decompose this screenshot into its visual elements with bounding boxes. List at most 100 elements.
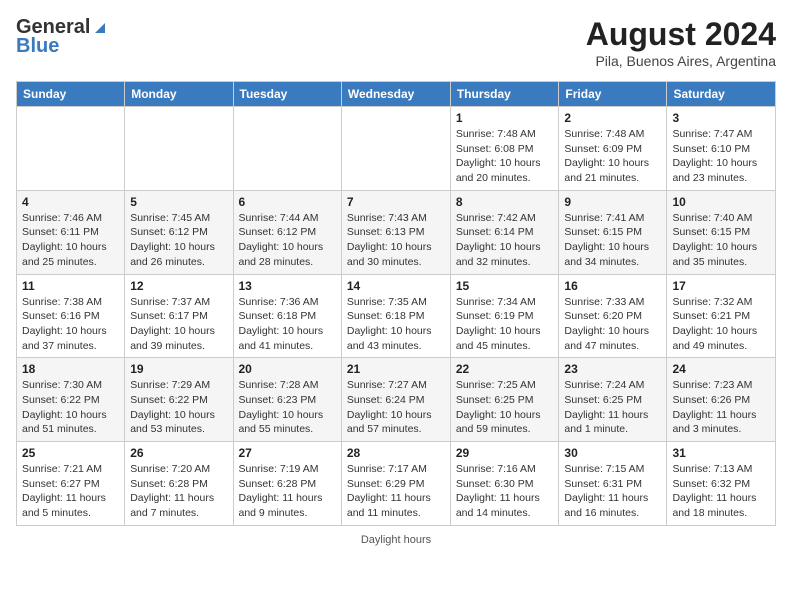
day-number: 16 bbox=[564, 279, 661, 293]
day-number: 12 bbox=[130, 279, 227, 293]
day-number: 4 bbox=[22, 195, 119, 209]
calendar-empty-cell bbox=[233, 107, 341, 191]
day-info: Sunrise: 7:37 AM Sunset: 6:17 PM Dayligh… bbox=[130, 295, 227, 354]
footer: Daylight hours bbox=[16, 534, 776, 546]
calendar-week-row-3: 11 Sunrise: 7:38 AM Sunset: 6:16 PM Dayli… bbox=[17, 274, 776, 358]
day-number: 13 bbox=[239, 279, 336, 293]
calendar-week-row-2: 4 Sunrise: 7:46 AM Sunset: 6:11 PM Daylig… bbox=[17, 190, 776, 274]
day-info: Sunrise: 7:45 AM Sunset: 6:12 PM Dayligh… bbox=[130, 211, 227, 270]
calendar-day-27: 27Sunrise: 7:19 AM Sunset: 6:28 PM Dayli… bbox=[233, 442, 341, 526]
day-number: 19 bbox=[130, 362, 227, 376]
day-number: 14 bbox=[347, 279, 445, 293]
day-info: Sunrise: 7:19 AM Sunset: 6:28 PM Dayligh… bbox=[239, 462, 336, 521]
location-subtitle: Pila, Buenos Aires, Argentina bbox=[586, 53, 776, 69]
logo-blue: Blue bbox=[16, 35, 59, 58]
calendar-day-17: 17 Sunrise: 7:32 AM Sunset: 6:21 PM Dayli… bbox=[667, 274, 776, 358]
page-header: General Blue August 2024 Pila, Buenos Ai… bbox=[16, 16, 776, 69]
day-number: 31 bbox=[672, 446, 770, 460]
calendar-empty-cell bbox=[341, 107, 450, 191]
day-info: Sunrise: 7:17 AM Sunset: 6:29 PM Dayligh… bbox=[347, 462, 445, 521]
day-number: 17 bbox=[672, 279, 770, 293]
day-info: Sunrise: 7:30 AM Sunset: 6:22 PM Dayligh… bbox=[22, 378, 119, 437]
calendar-day-29: 29 Sunrise: 7:16 AM Sunset: 6:30 PM Dayli… bbox=[450, 442, 559, 526]
calendar-day-1: 1Sunrise: 7:48 AM Sunset: 6:08 PM Daylig… bbox=[450, 107, 559, 191]
calendar-day-16: 16Sunrise: 7:33 AM Sunset: 6:20 PM Dayli… bbox=[559, 274, 667, 358]
day-info: Sunrise: 7:38 AM Sunset: 6:16 PM Dayligh… bbox=[22, 295, 119, 354]
day-number: 9 bbox=[564, 195, 661, 209]
day-number: 28 bbox=[347, 446, 445, 460]
day-info: Sunrise: 7:48 AM Sunset: 6:09 PM Dayligh… bbox=[564, 127, 661, 186]
calendar-header-monday: Monday bbox=[125, 82, 233, 107]
calendar-day-3: 3Sunrise: 7:47 AM Sunset: 6:10 PM Daylig… bbox=[667, 107, 776, 191]
day-info: Sunrise: 7:27 AM Sunset: 6:24 PM Dayligh… bbox=[347, 378, 445, 437]
day-number: 3 bbox=[672, 111, 770, 125]
calendar-day-26: 26 Sunrise: 7:20 AM Sunset: 6:28 PM Dayli… bbox=[125, 442, 233, 526]
calendar-day-7: 7Sunrise: 7:43 AM Sunset: 6:13 PM Daylig… bbox=[341, 190, 450, 274]
calendar-day-13: 13 Sunrise: 7:36 AM Sunset: 6:18 PM Dayli… bbox=[233, 274, 341, 358]
day-number: 21 bbox=[347, 362, 445, 376]
day-number: 18 bbox=[22, 362, 119, 376]
day-info: Sunrise: 7:35 AM Sunset: 6:18 PM Dayligh… bbox=[347, 295, 445, 354]
logo: General Blue bbox=[16, 16, 110, 58]
day-info: Sunrise: 7:41 AM Sunset: 6:15 PM Dayligh… bbox=[564, 211, 661, 270]
calendar-day-12: 12 Sunrise: 7:37 AM Sunset: 6:17 PM Dayli… bbox=[125, 274, 233, 358]
day-number: 11 bbox=[22, 279, 119, 293]
calendar-header-wednesday: Wednesday bbox=[341, 82, 450, 107]
day-info: Sunrise: 7:29 AM Sunset: 6:22 PM Dayligh… bbox=[130, 378, 227, 437]
calendar-day-30: 30 Sunrise: 7:15 AM Sunset: 6:31 PM Dayli… bbox=[559, 442, 667, 526]
day-number: 24 bbox=[672, 362, 770, 376]
day-number: 6 bbox=[239, 195, 336, 209]
calendar-day-21: 21 Sunrise: 7:27 AM Sunset: 6:24 PM Dayli… bbox=[341, 358, 450, 442]
calendar-day-10: 10Sunrise: 7:40 AM Sunset: 6:15 PM Dayli… bbox=[667, 190, 776, 274]
day-info: Sunrise: 7:16 AM Sunset: 6:30 PM Dayligh… bbox=[456, 462, 554, 521]
day-info: Sunrise: 7:40 AM Sunset: 6:15 PM Dayligh… bbox=[672, 211, 770, 270]
calendar-week-row-5: 25 Sunrise: 7:21 AM Sunset: 6:27 PM Dayli… bbox=[17, 442, 776, 526]
day-info: Sunrise: 7:23 AM Sunset: 6:26 PM Dayligh… bbox=[672, 378, 770, 437]
calendar-day-11: 11 Sunrise: 7:38 AM Sunset: 6:16 PM Dayli… bbox=[17, 274, 125, 358]
calendar-day-20: 20Sunrise: 7:28 AM Sunset: 6:23 PM Dayli… bbox=[233, 358, 341, 442]
day-number: 2 bbox=[564, 111, 661, 125]
calendar-week-row-1: 1Sunrise: 7:48 AM Sunset: 6:08 PM Daylig… bbox=[17, 107, 776, 191]
calendar-day-25: 25 Sunrise: 7:21 AM Sunset: 6:27 PM Dayli… bbox=[17, 442, 125, 526]
calendar-day-22: 22Sunrise: 7:25 AM Sunset: 6:25 PM Dayli… bbox=[450, 358, 559, 442]
day-info: Sunrise: 7:44 AM Sunset: 6:12 PM Dayligh… bbox=[239, 211, 336, 270]
day-number: 20 bbox=[239, 362, 336, 376]
day-number: 30 bbox=[564, 446, 661, 460]
logo-triangle-icon bbox=[91, 19, 109, 37]
day-info: Sunrise: 7:46 AM Sunset: 6:11 PM Dayligh… bbox=[22, 211, 119, 270]
calendar-header-row: SundayMondayTuesdayWednesdayThursdayFrid… bbox=[17, 82, 776, 107]
day-number: 8 bbox=[456, 195, 554, 209]
daylight-hours-label: Daylight hours bbox=[361, 534, 431, 546]
month-year-title: August 2024 bbox=[586, 16, 776, 53]
day-info: Sunrise: 7:24 AM Sunset: 6:25 PM Dayligh… bbox=[564, 378, 661, 437]
day-number: 25 bbox=[22, 446, 119, 460]
calendar-day-23: 23Sunrise: 7:24 AM Sunset: 6:25 PM Dayli… bbox=[559, 358, 667, 442]
calendar-day-5: 5Sunrise: 7:45 AM Sunset: 6:12 PM Daylig… bbox=[125, 190, 233, 274]
calendar-empty-cell bbox=[17, 107, 125, 191]
calendar-header-thursday: Thursday bbox=[450, 82, 559, 107]
calendar-day-9: 9 Sunrise: 7:41 AM Sunset: 6:15 PM Daylig… bbox=[559, 190, 667, 274]
calendar-header-friday: Friday bbox=[559, 82, 667, 107]
calendar-header-sunday: Sunday bbox=[17, 82, 125, 107]
day-info: Sunrise: 7:43 AM Sunset: 6:13 PM Dayligh… bbox=[347, 211, 445, 270]
day-info: Sunrise: 7:32 AM Sunset: 6:21 PM Dayligh… bbox=[672, 295, 770, 354]
day-info: Sunrise: 7:15 AM Sunset: 6:31 PM Dayligh… bbox=[564, 462, 661, 521]
calendar-week-row-4: 18 Sunrise: 7:30 AM Sunset: 6:22 PM Dayli… bbox=[17, 358, 776, 442]
calendar-day-15: 15Sunrise: 7:34 AM Sunset: 6:19 PM Dayli… bbox=[450, 274, 559, 358]
day-info: Sunrise: 7:42 AM Sunset: 6:14 PM Dayligh… bbox=[456, 211, 554, 270]
day-info: Sunrise: 7:36 AM Sunset: 6:18 PM Dayligh… bbox=[239, 295, 336, 354]
calendar-day-24: 24 Sunrise: 7:23 AM Sunset: 6:26 PM Dayli… bbox=[667, 358, 776, 442]
calendar-header-tuesday: Tuesday bbox=[233, 82, 341, 107]
calendar-day-28: 28 Sunrise: 7:17 AM Sunset: 6:29 PM Dayli… bbox=[341, 442, 450, 526]
title-block: August 2024 Pila, Buenos Aires, Argentin… bbox=[586, 16, 776, 69]
calendar-day-4: 4 Sunrise: 7:46 AM Sunset: 6:11 PM Daylig… bbox=[17, 190, 125, 274]
day-number: 26 bbox=[130, 446, 227, 460]
day-info: Sunrise: 7:20 AM Sunset: 6:28 PM Dayligh… bbox=[130, 462, 227, 521]
calendar-header-saturday: Saturday bbox=[667, 82, 776, 107]
calendar-day-8: 8 Sunrise: 7:42 AM Sunset: 6:14 PM Daylig… bbox=[450, 190, 559, 274]
day-number: 15 bbox=[456, 279, 554, 293]
day-info: Sunrise: 7:21 AM Sunset: 6:27 PM Dayligh… bbox=[22, 462, 119, 521]
calendar-day-2: 2 Sunrise: 7:48 AM Sunset: 6:09 PM Daylig… bbox=[559, 107, 667, 191]
day-number: 29 bbox=[456, 446, 554, 460]
calendar-day-18: 18 Sunrise: 7:30 AM Sunset: 6:22 PM Dayli… bbox=[17, 358, 125, 442]
